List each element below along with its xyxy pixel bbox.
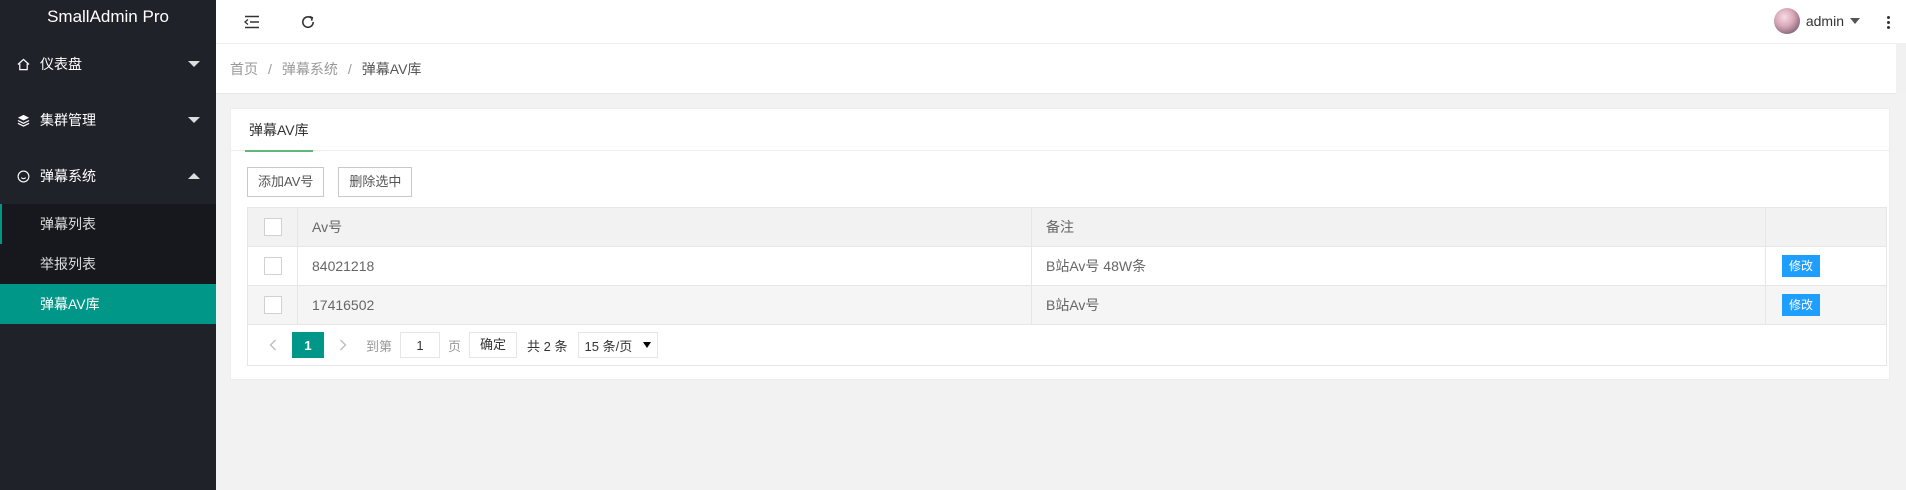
home-icon <box>16 57 30 71</box>
next-page-icon[interactable] <box>328 332 358 358</box>
app-logo-title: SmallAdmin Pro <box>47 7 169 26</box>
breadcrumb: 首页 / 弹幕系统 / 弹幕AV库 <box>216 44 1906 94</box>
more-vertical-icon[interactable] <box>1880 8 1896 36</box>
sidebar-item-dashboard[interactable]: 仪表盘 <box>0 36 216 92</box>
sidebar-item-av-library[interactable]: 弹幕AV库 <box>0 284 216 324</box>
tab-bar: 弹幕AV库 <box>231 109 1889 152</box>
sidebar-item-cluster[interactable]: 集群管理 <box>0 92 216 148</box>
cell-note: B站Av号 <box>1032 286 1766 324</box>
sidebar-item-danmaku-list[interactable]: 弹幕列表 <box>0 204 216 244</box>
chevron-down-icon <box>188 117 200 123</box>
breadcrumb-separator: / <box>268 60 272 77</box>
top-header: admin <box>216 0 1906 44</box>
dropdown-arrow-icon <box>642 342 651 348</box>
table-row: 17416502 B站Av号 修改 <box>248 286 1886 325</box>
row-checkbox[interactable] <box>263 296 282 314</box>
add-av-button[interactable]: 添加AV号 <box>247 167 325 197</box>
breadcrumb-home[interactable]: 首页 <box>230 59 258 79</box>
table-row: 84021218 B站Av号 48W条 修改 <box>248 247 1886 286</box>
goto-label: 到第 <box>366 338 393 354</box>
select-all-checkbox[interactable] <box>263 218 282 236</box>
column-header-av: Av号 <box>298 208 1032 246</box>
main-card: 弹幕AV库 添加AV号 删除选中 Av号 备注 84021218 B站Av号 4… <box>230 108 1890 380</box>
total-count: 共 2 条 <box>527 338 568 354</box>
chevron-down-icon <box>1850 18 1860 24</box>
smile-icon <box>16 169 30 183</box>
cell-note: B站Av号 48W条 <box>1032 247 1766 285</box>
chevron-up-icon <box>188 173 200 179</box>
page-size-value: 15 条/页 <box>584 338 633 354</box>
breadcrumb-danmaku-system[interactable]: 弹幕系统 <box>282 59 338 79</box>
sidebar-item-label: 集群管理 <box>40 112 96 128</box>
column-header-actions <box>1766 208 1886 246</box>
scrollbar[interactable] <box>1896 44 1906 94</box>
row-checkbox[interactable] <box>263 257 282 275</box>
confirm-button[interactable]: 确定 <box>469 332 518 358</box>
cell-av: 84021218 <box>298 247 1032 285</box>
sidebar-item-report-list[interactable]: 举报列表 <box>0 244 216 284</box>
pagination: 1 到第 页 确定 共 2 条 15 条/页 <box>248 325 1886 365</box>
sidebar-item-danmaku[interactable]: 弹幕系统 <box>0 148 216 204</box>
table-header-row: Av号 备注 <box>248 208 1886 247</box>
avatar <box>1773 8 1800 34</box>
prev-page-icon[interactable] <box>258 332 288 358</box>
tab-av-library[interactable]: 弹幕AV库 <box>245 109 313 152</box>
sidebar-item-label: 仪表盘 <box>40 56 82 72</box>
refresh-icon[interactable] <box>294 8 322 36</box>
layers-icon <box>16 113 30 127</box>
user-name: admin <box>1805 13 1844 29</box>
user-menu[interactable]: admin <box>1773 6 1860 36</box>
cell-av: 17416502 <box>298 286 1032 324</box>
page-current[interactable]: 1 <box>292 332 324 358</box>
page-unit-label: 页 <box>448 338 462 354</box>
toolbar: 添加AV号 删除选中 <box>247 167 426 197</box>
menu-fold-icon[interactable] <box>238 8 266 36</box>
page-size-select[interactable]: 15 条/页 <box>577 332 658 358</box>
breadcrumb-separator: / <box>347 60 352 77</box>
goto-page-input[interactable] <box>400 332 441 358</box>
data-table: Av号 备注 84021218 B站Av号 48W条 修改 17416502 B… <box>247 207 1887 366</box>
edit-button[interactable]: 修改 <box>1782 255 1821 277</box>
breadcrumb-current: 弹幕AV库 <box>361 60 422 77</box>
chevron-down-icon <box>188 61 200 67</box>
column-header-note: 备注 <box>1032 208 1766 246</box>
edit-button[interactable]: 修改 <box>1782 294 1821 316</box>
sidebar-submenu: 弹幕列表 举报列表 弹幕AV库 <box>0 204 216 324</box>
delete-selected-button[interactable]: 删除选中 <box>338 167 413 197</box>
sidebar: SmallAdmin Pro 仪表盘 集群管理 弹幕系统 弹幕列表 举报列表 弹… <box>0 0 216 490</box>
sidebar-item-label: 弹幕系统 <box>40 168 96 184</box>
